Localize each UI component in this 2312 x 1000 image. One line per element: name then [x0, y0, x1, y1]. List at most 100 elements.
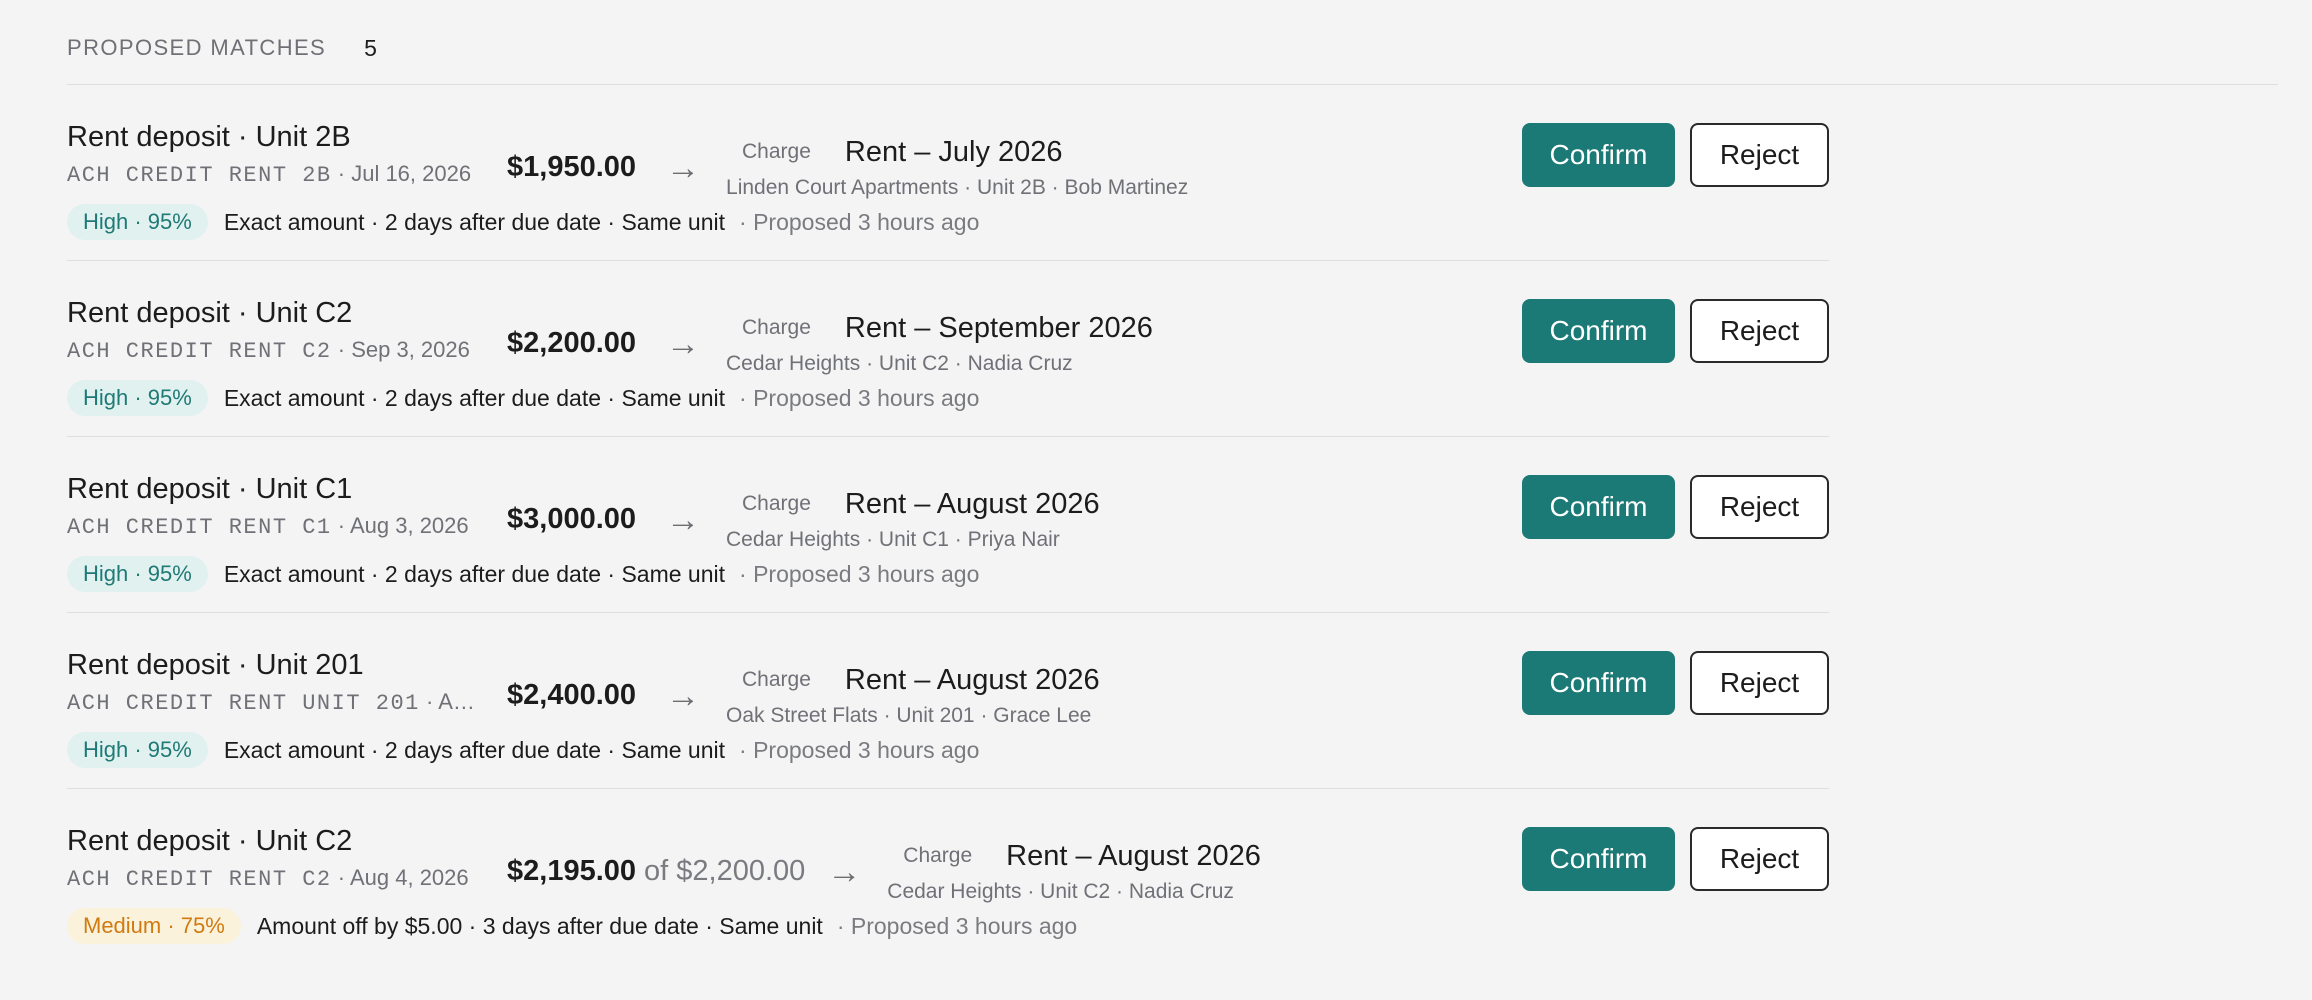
transaction-reference: ACH CREDIT RENT UNIT 201	[67, 691, 420, 716]
reject-button[interactable]: Reject	[1690, 475, 1829, 539]
match-reasons: Exact amount · 2 days after due date · S…	[223, 736, 726, 763]
charge-details: Cedar Heights · Unit C2 · Nadia Cruz	[887, 880, 1234, 903]
amount-charge-group: $3,000.00 → Charge Rent – August 2026 Ce…	[507, 487, 1100, 552]
charge-details: Cedar Heights · Unit C2 · Nadia Cruz	[726, 352, 1073, 375]
match-reasons: Amount off by $5.00 · 3 days after due d…	[256, 912, 823, 939]
expected-amount: of $2,200.00	[644, 855, 806, 887]
transaction-details: ACH CREDIT RENT UNIT 201 · Aug 3, 2026	[67, 689, 487, 716]
arrow-right-icon: →	[666, 500, 701, 539]
proposed-time: · Proposed 3 hours ago	[739, 736, 980, 763]
charge-header: Charge Rent – August 2026	[726, 487, 1100, 521]
match-meta: High · 95% Exact amount · 2 days after d…	[67, 204, 979, 240]
reject-button[interactable]: Reject	[1690, 827, 1829, 891]
match-meta: Medium · 75% Amount off by $5.00 · 3 day…	[67, 908, 1077, 944]
detail-separator: ·	[331, 161, 352, 186]
confidence-badge: High · 95%	[67, 732, 208, 768]
charge-title: Rent – August 2026	[844, 487, 1100, 520]
confidence-badge: High · 95%	[67, 380, 208, 416]
transaction-title: Rent deposit · Unit 2B	[67, 121, 351, 153]
transaction-date: Aug 4, 2026	[349, 865, 469, 890]
section-title: PROPOSED MATCHES	[67, 35, 327, 60]
charge-title: Rent – September 2026	[844, 311, 1153, 344]
arrow-right-icon: →	[666, 148, 701, 187]
match-reasons: Exact amount · 2 days after due date · S…	[223, 384, 726, 411]
transaction-details: ACH CREDIT RENT 2B · Jul 16, 2026	[67, 161, 487, 188]
amount-charge-group: $2,195.00 of $2,200.00 → Charge Rent – A…	[507, 839, 1261, 904]
charge-block: Charge Rent – August 2026 Cedar Heights …	[726, 487, 1100, 552]
transaction-reference: ACH CREDIT RENT C1	[67, 515, 332, 540]
charge-tag: Charge	[742, 492, 811, 515]
confirm-button[interactable]: Confirm	[1522, 651, 1675, 715]
charge-header: Charge Rent – September 2026	[726, 311, 1153, 345]
confidence-badge: Medium · 75%	[67, 908, 241, 944]
charge-details: Linden Court Apartments · Unit 2B · Bob …	[726, 176, 1189, 199]
transaction-date: Sep 3, 2026	[351, 337, 470, 362]
reject-button[interactable]: Reject	[1690, 299, 1829, 363]
arrow-right-icon: →	[666, 676, 701, 715]
charge-tag: Charge	[903, 844, 973, 867]
charge-tag: Charge	[742, 668, 811, 691]
confidence-badge: High · 95%	[67, 204, 208, 240]
detail-separator: ·	[331, 337, 352, 362]
arrow-right-icon: →	[827, 852, 862, 891]
charge-header: Charge Rent – July 2026	[726, 135, 1188, 169]
transaction-title: Rent deposit · Unit C1	[67, 473, 353, 505]
transaction-amount: $2,400.00	[507, 679, 637, 711]
charge-title: Rent – July 2026	[844, 135, 1063, 168]
match-row: Rent deposit · Unit C2 ACH CREDIT RENT C…	[67, 789, 1829, 965]
proposed-time: · Proposed 3 hours ago	[739, 560, 980, 587]
transaction-reference: ACH CREDIT RENT C2	[67, 339, 332, 364]
transaction-title: Rent deposit · Unit C2	[67, 825, 353, 857]
confidence-badge: High · 95%	[67, 556, 208, 592]
charge-block: Charge Rent – August 2026 Oak Street Fla…	[726, 663, 1100, 728]
transaction-title: Rent deposit · Unit 201	[67, 649, 364, 681]
transaction-amount: $1,950.00	[507, 151, 637, 183]
arrow-right-icon: →	[666, 324, 701, 363]
proposed-matches-panel: PROPOSED MATCHES 5 Rent deposit · Unit 2…	[0, 0, 2312, 1000]
confirm-button[interactable]: Confirm	[1522, 123, 1675, 187]
match-row: Rent deposit · Unit 201 ACH CREDIT RENT …	[67, 613, 1829, 789]
match-reasons: Exact amount · 2 days after due date · S…	[223, 560, 726, 587]
amount-charge-group: $2,200.00 → Charge Rent – September 2026…	[507, 311, 1153, 376]
confirm-button[interactable]: Confirm	[1522, 475, 1675, 539]
transaction-details: ACH CREDIT RENT C2 · Aug 4, 2026	[67, 865, 487, 892]
charge-block: Charge Rent – September 2026 Cedar Heigh…	[726, 311, 1153, 376]
transaction-amount: $2,195.00	[507, 855, 637, 887]
transaction-date: Aug 3, 2026	[438, 689, 487, 714]
detail-separator: ·	[331, 865, 350, 890]
confirm-button[interactable]: Confirm	[1522, 299, 1675, 363]
amount-charge-group: $2,400.00 → Charge Rent – August 2026 Oa…	[507, 663, 1100, 728]
charge-details: Cedar Heights · Unit C1 · Priya Nair	[726, 528, 1060, 551]
transaction-amount: $3,000.00	[507, 503, 637, 535]
proposed-time: · Proposed 3 hours ago	[836, 912, 1078, 939]
proposed-time: · Proposed 3 hours ago	[739, 384, 980, 411]
match-meta: High · 95% Exact amount · 2 days after d…	[67, 380, 979, 416]
charge-title: Rent – August 2026	[844, 663, 1100, 696]
transaction-amount: $2,200.00	[507, 327, 637, 359]
transaction-reference: ACH CREDIT RENT 2B	[67, 163, 332, 188]
charge-details: Oak Street Flats · Unit 201 · Grace Lee	[726, 704, 1092, 727]
charge-header: Charge Rent – August 2026	[887, 839, 1261, 873]
detail-separator: ·	[419, 689, 439, 714]
proposed-time: · Proposed 3 hours ago	[739, 208, 980, 235]
charge-block: Charge Rent – August 2026 Cedar Heights …	[887, 839, 1261, 904]
transaction-date: Aug 3, 2026	[349, 513, 469, 538]
amount-charge-group: $1,950.00 → Charge Rent – July 2026 Lind…	[507, 135, 1188, 200]
transaction-title: Rent deposit · Unit C2	[67, 297, 353, 329]
match-list: Rent deposit · Unit 2B ACH CREDIT RENT 2…	[67, 85, 1829, 965]
match-row: Rent deposit · Unit 2B ACH CREDIT RENT 2…	[67, 85, 1829, 261]
detail-separator: ·	[331, 513, 350, 538]
transaction-details: ACH CREDIT RENT C2 · Sep 3, 2026	[67, 337, 487, 364]
confirm-button[interactable]: Confirm	[1522, 827, 1675, 891]
charge-tag: Charge	[742, 316, 811, 339]
transaction-reference: ACH CREDIT RENT C2	[67, 867, 332, 892]
match-meta: High · 95% Exact amount · 2 days after d…	[67, 732, 979, 768]
reject-button[interactable]: Reject	[1690, 651, 1829, 715]
charge-header: Charge Rent – August 2026	[726, 663, 1100, 697]
match-row: Rent deposit · Unit C1 ACH CREDIT RENT C…	[67, 437, 1829, 613]
match-count: 5	[364, 34, 377, 61]
transaction-date: Jul 16, 2026	[351, 161, 472, 186]
reject-button[interactable]: Reject	[1690, 123, 1829, 187]
charge-title: Rent – August 2026	[1006, 839, 1261, 872]
transaction-details: ACH CREDIT RENT C1 · Aug 3, 2026	[67, 513, 487, 540]
